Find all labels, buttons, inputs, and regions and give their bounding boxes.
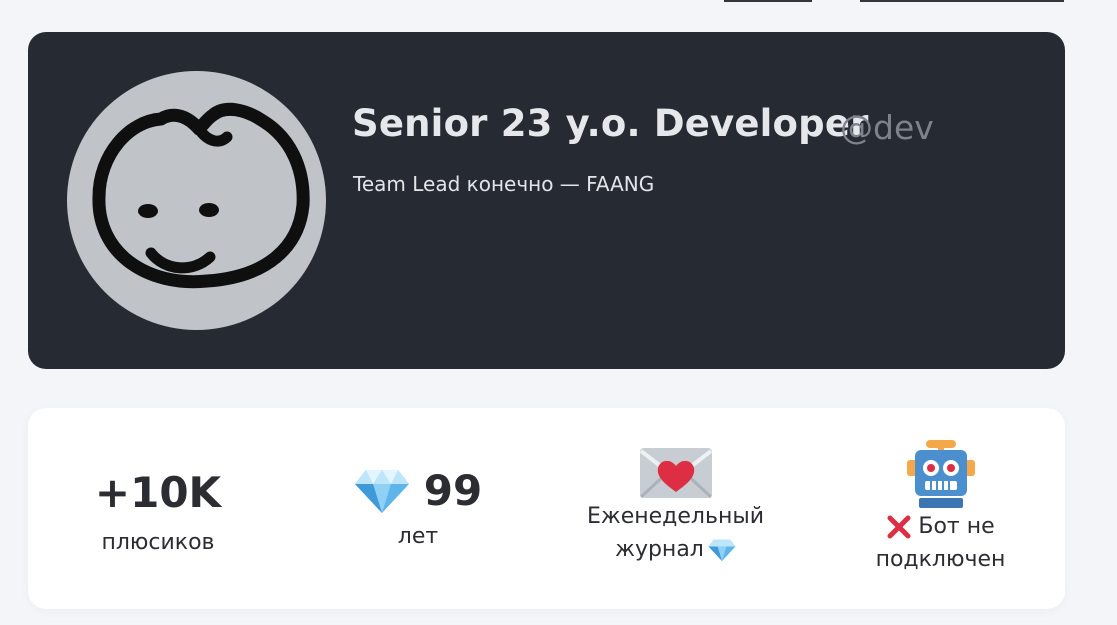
plus-count: +10K	[94, 468, 222, 517]
profile-name: Senior 23 y.o. Developer	[352, 102, 869, 145]
profile-card: Senior 23 y.o. Developer @dev Team Lead …	[28, 32, 1065, 369]
stat-years: 99 лет	[333, 466, 503, 553]
robot-icon	[906, 440, 975, 508]
years-label: лет	[397, 524, 439, 549]
stat-bot[interactable]: Бот не подключен	[848, 438, 1033, 576]
avatar	[67, 71, 326, 330]
bot-label-line2: подключен	[875, 547, 1006, 572]
journal-label-line1: Еженедельный	[587, 504, 764, 529]
stats-card: +10K плюсиков 99 лет Еженедельный журнал	[28, 408, 1065, 609]
gem-icon	[708, 539, 736, 561]
top-nav-link[interactable]	[724, 0, 812, 2]
years-count: 99	[423, 466, 483, 515]
plus-label: плюсиков	[101, 530, 215, 555]
bot-label-line1: Бот не	[918, 514, 995, 539]
stat-plus: +10K плюсиков	[68, 468, 248, 559]
journal-label-line2: журнал	[615, 537, 704, 562]
gem-icon	[354, 469, 409, 513]
stat-journal[interactable]: Еженедельный журнал	[568, 444, 783, 566]
love-letter-icon	[639, 448, 712, 499]
cross-mark-icon	[887, 515, 911, 539]
profile-tagline: Team Lead конечно — FAANG	[353, 172, 655, 196]
smiley-doodle-icon	[92, 102, 310, 289]
years-row: 99	[333, 466, 503, 515]
top-nav-link[interactable]	[860, 0, 1064, 2]
profile-handle: @dev	[840, 108, 934, 147]
journal-label-line2-row: журнал	[568, 533, 783, 566]
bot-label-line1-row: Бот не	[848, 510, 1033, 543]
